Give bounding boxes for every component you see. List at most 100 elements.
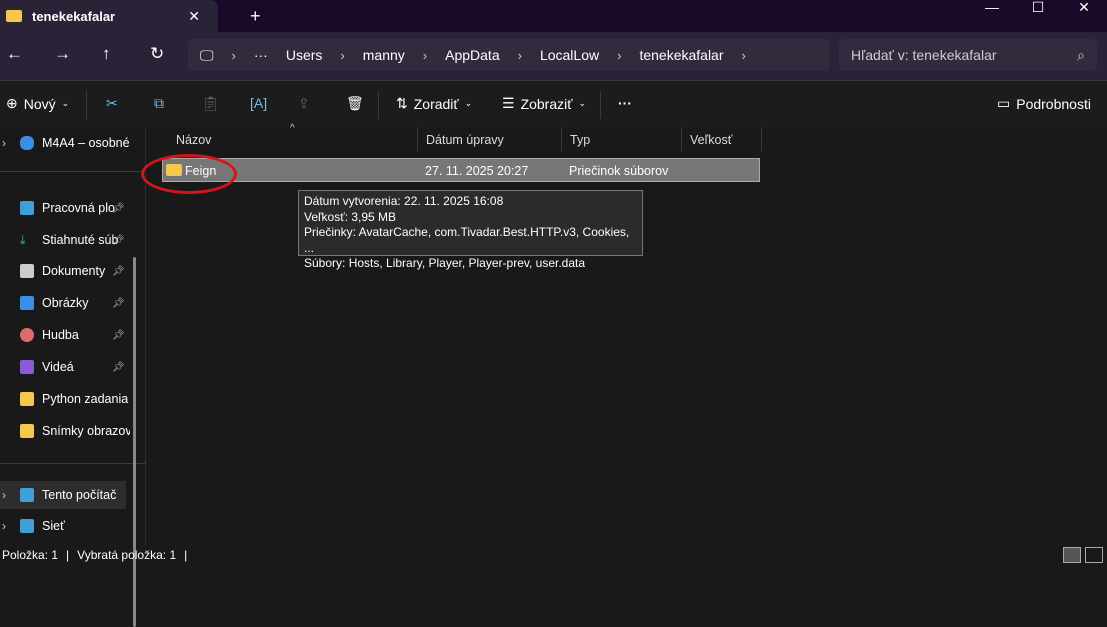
column-type[interactable]: Typ — [562, 127, 682, 151]
tab-tenekekafalar[interactable]: tenekekafalar ✕ — [0, 0, 218, 32]
breadcrumb-separator: › — [231, 47, 236, 63]
column-headers: Názov ^ Dátum úpravy Typ Veľkosť — [146, 123, 1107, 154]
delete-icon[interactable]: 🗑︎ — [346, 95, 364, 112]
pin-icon: 📌︎ — [112, 234, 125, 246]
breadcrumb-appdata[interactable]: AppData — [445, 47, 499, 63]
pictures-icon — [20, 296, 34, 310]
minimize-button[interactable]: — — [969, 0, 1015, 14]
tab-close-button[interactable]: ✕ — [188, 8, 200, 25]
sidebar-item-pictures[interactable]: Obrázky 📌︎ — [0, 289, 130, 317]
folder-icon — [20, 392, 34, 406]
new-label: Nový — [23, 95, 56, 112]
file-type: Priečinok súborov — [569, 164, 669, 178]
title-bar: tenekekafalar ✕ + — ☐ ✕ — [0, 0, 1107, 32]
maximize-button[interactable]: ☐ — [1015, 0, 1061, 14]
search-input[interactable]: Hľadať v: tenekekafalar ⌕ — [839, 39, 1097, 71]
sidebar-label: Stiahnuté súb — [42, 233, 119, 247]
breadcrumb-separator[interactable]: › — [742, 48, 746, 63]
breadcrumb-separator[interactable]: › — [340, 48, 344, 63]
folder-icon — [20, 424, 34, 438]
details-view-button[interactable] — [1063, 547, 1081, 563]
copy-icon[interactable]: ⧉ — [154, 95, 164, 112]
tab-title: tenekekafalar — [32, 8, 116, 24]
sidebar-label: Snímky obrazov — [42, 424, 130, 438]
sidebar-label: M4A4 – osobné — [42, 136, 130, 150]
breadcrumb-locallow[interactable]: LocalLow — [540, 47, 599, 63]
sidebar-item-videos[interactable]: Videá 📌︎ — [0, 353, 130, 381]
sidebar-scrollbar[interactable] — [133, 257, 136, 627]
new-tab-button[interactable]: + — [250, 6, 261, 27]
close-window-button[interactable]: ✕ — [1061, 0, 1107, 14]
status-bar: Položka: 1 | Vybratá položka: 1 | — [2, 548, 188, 562]
sidebar-label: Pracovná plo — [42, 201, 115, 215]
computer-icon: 🖵 — [200, 46, 214, 63]
view-icon: ☰ — [502, 95, 515, 111]
search-icon: ⌕ — [1077, 46, 1085, 63]
breadcrumb-users[interactable]: Users — [286, 47, 323, 63]
breadcrumb-separator[interactable]: › — [518, 48, 522, 63]
tooltip-folders: Priečinky: AvatarCache, com.Tivadar.Best… — [304, 225, 630, 255]
command-bar: ⊕ Nový ⌄ ✂ ⧉ 📋︎ [A] ⇪ 🗑︎ ⇅ Zoradiť ⌄ ☰ Zobraz… — [0, 80, 1107, 127]
tooltip: Dátum vytvorenia: 22. 11. 2025 16:08 Veľ… — [298, 190, 643, 270]
sort-icon: ⇅ — [396, 95, 408, 111]
network-icon — [20, 519, 34, 533]
red-annotation-circle — [141, 154, 237, 194]
sidebar-label: Sieť — [42, 519, 65, 533]
refresh-button[interactable]: ↻ — [150, 44, 164, 64]
rename-icon[interactable]: [A] — [250, 95, 267, 111]
more-button[interactable]: ··· — [618, 95, 632, 111]
sidebar-item-documents[interactable]: Dokumenty 📌︎ — [0, 257, 130, 285]
sort-button[interactable]: ⇅ Zoradiť ⌄ — [396, 95, 472, 112]
file-date: 27. 11. 2025 20:27 — [425, 164, 529, 178]
new-button[interactable]: ⊕ Nový ⌄ — [6, 95, 69, 112]
column-size[interactable]: Veľkosť — [682, 127, 762, 151]
sidebar-item-downloads[interactable]: ⤓ Stiahnuté súb 📌︎ — [0, 226, 130, 254]
up-button[interactable]: ↑ — [102, 44, 111, 64]
pin-icon: 📌︎ — [112, 202, 125, 214]
breadcrumb-separator[interactable]: › — [423, 48, 427, 63]
back-button[interactable]: ← — [6, 44, 23, 64]
sidebar-label: Obrázky — [42, 296, 89, 310]
breadcrumb-manny[interactable]: manny — [363, 47, 405, 63]
music-icon — [20, 328, 34, 342]
column-date[interactable]: Dátum úpravy — [418, 127, 562, 151]
sidebar-item-music[interactable]: Hudba 📌︎ — [0, 321, 130, 349]
share-icon[interactable]: ⇪ — [298, 95, 310, 112]
forward-button[interactable]: → — [54, 44, 71, 64]
navigation-pane: › M4A4 – osobné Pracovná plo 📌︎ ⤓ Stiahnuté… — [0, 127, 146, 627]
tooltip-files: Súbory: Hosts, Library, Player, Player-p… — [304, 256, 586, 270]
pin-icon: 📌︎ — [112, 297, 125, 309]
view-label: Zobraziť — [520, 95, 573, 112]
sidebar-item-snimky[interactable]: Snímky obrazov — [0, 417, 130, 445]
view-button[interactable]: ☰ Zobraziť ⌄ — [502, 95, 586, 112]
desktop-icon — [20, 201, 34, 215]
sidebar-label: Python zadania — [42, 392, 129, 406]
address-bar[interactable]: 🖵 › ··· Users › manny › AppData › LocalL… — [188, 39, 830, 71]
breadcrumb-tenekekafalar[interactable]: tenekekafalar — [639, 47, 723, 63]
tooltip-created: Dátum vytvorenia: 22. 11. 2025 16:08 — [304, 194, 504, 208]
computer-icon — [20, 488, 34, 502]
sidebar-item-network[interactable]: › Sieť — [0, 512, 130, 540]
sidebar-label: Videá — [42, 360, 74, 374]
sidebar-item-onedrive[interactable]: › M4A4 – osobné — [0, 129, 130, 157]
breadcrumb-separator[interactable]: › — [617, 48, 621, 63]
details-button[interactable]: ▭ Podrobnosti — [997, 95, 1091, 112]
sidebar-label: Hudba — [42, 328, 79, 342]
cut-icon[interactable]: ✂ — [106, 95, 118, 112]
sort-label: Zoradiť — [413, 95, 459, 112]
sidebar-item-this-pc[interactable]: › Tento počítač — [0, 481, 126, 509]
sidebar-item-python-zadania[interactable]: Python zadania — [0, 385, 130, 413]
tiles-view-button[interactable] — [1085, 547, 1103, 563]
search-placeholder: Hľadať v: tenekekafalar — [851, 47, 997, 63]
download-icon: ⤓ — [20, 233, 26, 247]
breadcrumb-more[interactable]: ··· — [254, 47, 268, 63]
pin-icon: 📌︎ — [112, 361, 125, 373]
document-icon — [20, 264, 34, 278]
sidebar-label: Dokumenty — [42, 264, 106, 278]
video-icon — [20, 360, 34, 374]
details-label: Podrobnosti — [1016, 95, 1091, 112]
sidebar-item-desktop[interactable]: Pracovná plo 📌︎ — [0, 194, 130, 222]
sidebar-label: Tento počítač — [42, 488, 117, 502]
paste-icon[interactable]: 📋︎ — [202, 95, 220, 112]
file-row[interactable]: Feign 27. 11. 2025 20:27 Priečinok súbor… — [162, 158, 760, 182]
